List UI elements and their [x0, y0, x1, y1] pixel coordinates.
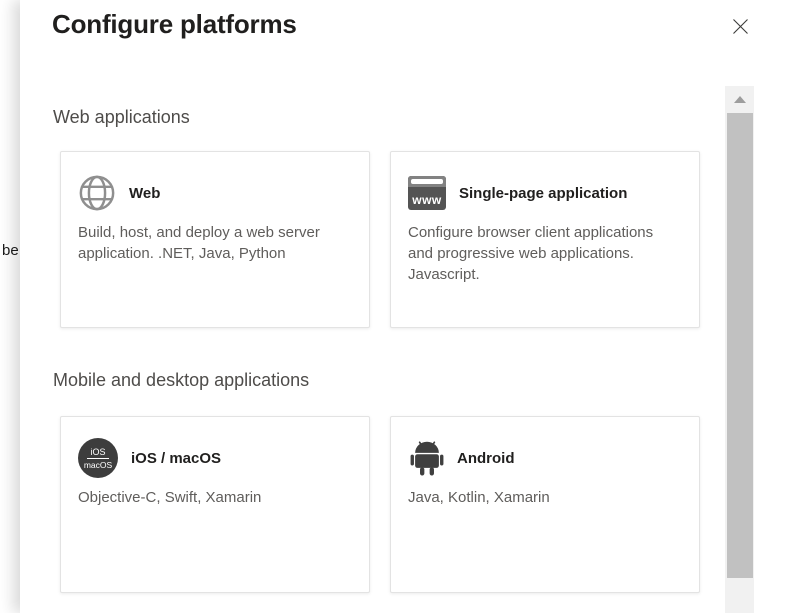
- platform-card-description: Configure browser client applications an…: [408, 222, 682, 285]
- android-robot-icon: [410, 439, 444, 477]
- section-heading-mobile-desktop-applications: Mobile and desktop applications: [53, 368, 309, 392]
- card-header: iOS macOS iOS / macOS: [78, 439, 352, 477]
- background-clipped-text: be: [2, 242, 19, 259]
- platform-card-title: Android: [457, 450, 515, 467]
- ios-macos-badge-icon: iOS macOS: [78, 438, 118, 478]
- badge-divider: [87, 458, 109, 459]
- macos-label: macOS: [84, 460, 112, 470]
- scrollbar[interactable]: [725, 86, 754, 613]
- ios-label: iOS: [90, 447, 105, 457]
- globe-icon: [78, 174, 116, 212]
- configure-platforms-panel: Configure platforms Web applications: [20, 0, 785, 613]
- background-page: be: [0, 0, 20, 613]
- mobile-desktop-card-row: iOS macOS iOS / macOS Objective-C, Swift…: [60, 416, 700, 593]
- www-label: www: [408, 192, 446, 208]
- scrollbar-up-arrow-icon: [734, 96, 746, 103]
- web-applications-card-row: Web Build, host, and deploy a web server…: [60, 151, 700, 328]
- page-title: Configure platforms: [52, 6, 297, 42]
- browser-www-icon: www: [408, 176, 446, 210]
- card-header: www Single-page application: [408, 174, 682, 212]
- platform-card-title: Web: [129, 185, 160, 202]
- platform-card-description: Java, Kotlin, Xamarin: [408, 487, 682, 508]
- platform-card-description: Build, host, and deploy a web server app…: [78, 222, 352, 264]
- scrollbar-up-button[interactable]: [725, 86, 754, 108]
- platform-card-title: Single-page application: [459, 185, 627, 202]
- platform-card-android[interactable]: Android Java, Kotlin, Xamarin: [390, 416, 700, 593]
- section-heading-web-applications: Web applications: [53, 105, 190, 129]
- screen: be Configure platforms Web applications: [0, 0, 785, 613]
- browser-address-bar: [411, 179, 443, 184]
- platform-card-description: Objective-C, Swift, Xamarin: [78, 487, 352, 508]
- platform-card-web[interactable]: Web Build, host, and deploy a web server…: [60, 151, 370, 328]
- close-button[interactable]: [725, 12, 755, 42]
- card-header: Web: [78, 174, 352, 212]
- platform-card-single-page-application[interactable]: www Single-page application Configure br…: [390, 151, 700, 328]
- scrollbar-thumb[interactable]: [727, 113, 753, 578]
- platform-card-title: iOS / macOS: [131, 450, 221, 467]
- platform-card-ios-macos[interactable]: iOS macOS iOS / macOS Objective-C, Swift…: [60, 416, 370, 593]
- close-icon: [732, 23, 749, 38]
- card-header: Android: [408, 439, 682, 477]
